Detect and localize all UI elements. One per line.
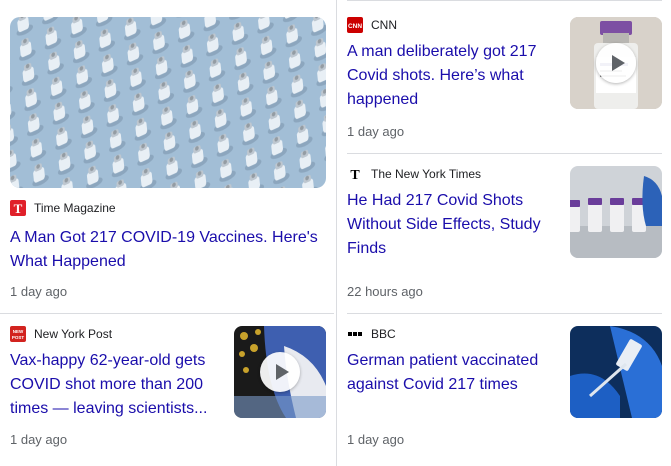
headline[interactable]: A Man Got 217 COVID-19 Vaccines. Here's … bbox=[10, 226, 326, 274]
time-magazine-logo-icon: T bbox=[10, 200, 26, 216]
news-card-time-magazine[interactable]: T Time Magazine A Man Got 217 COVID-19 V… bbox=[0, 0, 334, 313]
source-name: CNN bbox=[371, 18, 397, 32]
news-card-new-york-times[interactable]: T The New York Times He Had 217 Covid Sh… bbox=[337, 154, 671, 313]
play-icon[interactable] bbox=[260, 352, 300, 392]
vaccine-vials-image bbox=[10, 17, 326, 188]
play-icon[interactable] bbox=[596, 43, 636, 83]
timestamp: 1 day ago bbox=[10, 284, 68, 299]
source-name: Time Magazine bbox=[34, 201, 116, 215]
news-card-new-york-post[interactable]: NEW POST New York Post Vax-happy 62-year-… bbox=[0, 314, 334, 466]
cnn-logo-icon: CNN bbox=[347, 17, 363, 33]
new-york-post-logo-icon: NEW POST bbox=[10, 326, 26, 342]
timestamp: 1 day ago bbox=[10, 432, 68, 447]
svg-text:T: T bbox=[14, 201, 23, 216]
headline[interactable]: He Had 217 Covid Shots Without Side Effe… bbox=[347, 189, 552, 261]
headline[interactable]: Vax-happy 62-year-old gets COVID shot mo… bbox=[10, 349, 215, 421]
source-name: New York Post bbox=[34, 327, 113, 341]
svg-text:CNN: CNN bbox=[348, 23, 362, 30]
source: CNN CNN bbox=[347, 17, 397, 33]
syringe-vaccine-image bbox=[570, 326, 662, 418]
bbc-logo-icon bbox=[347, 326, 363, 342]
news-card-cnn[interactable]: CNN CNN A man deliberately got 217 Covid… bbox=[337, 1, 671, 153]
headline[interactable]: German patient vaccinated against Covid … bbox=[347, 349, 552, 397]
timestamp: 22 hours ago bbox=[347, 284, 423, 299]
headline[interactable]: A man deliberately got 217 Covid shots. … bbox=[347, 40, 552, 112]
vaccine-vials-image bbox=[570, 166, 662, 258]
timestamp: 1 day ago bbox=[347, 124, 405, 139]
source: T Time Magazine bbox=[10, 200, 116, 216]
source-name: BBC bbox=[371, 327, 396, 341]
source-name: The New York Times bbox=[371, 167, 482, 181]
svg-text:NEW: NEW bbox=[13, 329, 24, 334]
source: BBC bbox=[347, 326, 396, 342]
vaccination-image[interactable] bbox=[234, 326, 326, 418]
svg-text:POST: POST bbox=[12, 335, 25, 340]
vaccine-bottle-image[interactable] bbox=[570, 17, 662, 109]
source: NEW POST New York Post bbox=[10, 326, 112, 342]
timestamp: 1 day ago bbox=[347, 432, 405, 447]
source: T The New York Times bbox=[347, 166, 481, 182]
svg-text:T: T bbox=[350, 168, 360, 182]
new-york-times-logo-icon: T bbox=[347, 166, 363, 182]
news-card-bbc[interactable]: BBC German patient vaccinated against Co… bbox=[337, 314, 671, 466]
